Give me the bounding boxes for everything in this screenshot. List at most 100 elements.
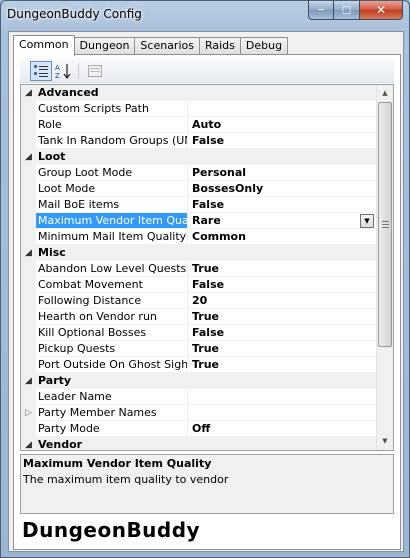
row-margin [21,181,36,197]
category-loot[interactable]: ◢ Loot [21,149,376,165]
property-name: Combat Movement [36,277,188,293]
property-row[interactable]: Party Mode Off [21,421,376,437]
tab-debug[interactable]: Debug [239,37,289,55]
category-misc[interactable]: ◢ Misc [21,245,376,261]
property-name: Maximum Vendor Item Quality [36,213,188,229]
maximize-button[interactable]: □ [334,1,360,20]
property-value[interactable]: 20 [189,293,376,309]
svg-text:A: A [55,64,60,72]
property-row[interactable]: Role Auto [21,117,376,133]
property-row[interactable]: Tank In Random Groups (UNS/ False [21,133,376,149]
property-name: Custom Scripts Path [36,101,188,117]
property-row[interactable]: Mail BoE items False [21,197,376,213]
property-row[interactable]: Hearth on Vendor run True [21,309,376,325]
property-row[interactable]: Minimum Mail Item Quality Common [21,229,376,245]
row-margin [21,197,36,213]
property-name: Hearth on Vendor run [36,309,188,325]
toolbar-separator [78,63,79,79]
property-value[interactable]: True [189,261,376,277]
row-margin [21,325,36,341]
property-value[interactable] [189,389,376,405]
property-row[interactable]: Loot Mode BossesOnly [21,181,376,197]
scroll-down-icon[interactable]: ▼ [377,433,393,450]
dropdown-button[interactable]: ▼ [360,214,374,228]
property-row[interactable]: Pickup Quests True [21,341,376,357]
help-panel: Maximum Vendor Item Quality The maximum … [20,454,394,514]
row-margin [21,229,36,245]
property-value[interactable]: False [189,325,376,341]
alphabetical-button[interactable]: A Z [52,61,74,81]
property-value[interactable]: Common [189,229,376,245]
tab-dungeon[interactable]: Dungeon [73,37,136,55]
property-value[interactable]: Auto [189,117,376,133]
row-margin [21,277,36,293]
tab-page-common: A Z ◢ Advanced Custom Scripts Path Role … [13,54,401,550]
category-label: Party [38,374,72,387]
close-button[interactable]: ✕ [360,1,403,20]
scroll-thumb[interactable] [378,102,392,347]
property-row[interactable]: Following Distance 20 [21,293,376,309]
property-name: Group Loot Mode [36,165,188,181]
property-value[interactable]: True [189,341,376,357]
property-name: Role [36,117,188,133]
categorized-button[interactable] [30,61,52,81]
property-value[interactable]: False [189,277,376,293]
property-name: Party Mode [36,421,188,437]
collapse-icon[interactable]: ◢ [25,85,35,101]
row-margin [21,133,36,149]
property-value[interactable]: Personal [189,165,376,181]
category-vendor[interactable]: ◢ Vendor [21,437,376,451]
category-party[interactable]: ◢ Party [21,373,376,389]
property-grid-rows: ◢ Advanced Custom Scripts Path Role Auto [21,85,376,451]
window-title: DungeonBuddy Config [7,7,142,21]
vertical-scrollbar[interactable]: ▲ ▼ [376,85,393,450]
collapse-icon[interactable]: ◢ [25,149,35,165]
window-controls: ─ □ ✕ [308,1,403,20]
property-value[interactable]: Rare ▼ [189,213,376,229]
collapse-icon[interactable]: ◢ [25,245,35,261]
row-margin [21,101,36,117]
property-row-selected[interactable]: Maximum Vendor Item Quality Rare ▼ [21,213,376,229]
property-row[interactable]: ▷ Party Member Names [21,405,376,421]
tab-common[interactable]: Common [13,35,75,56]
row-margin [21,165,36,181]
tab-scenarios[interactable]: Scenarios [134,37,200,55]
property-grid: ◢ Advanced Custom Scripts Path Role Auto [20,84,394,451]
property-name: Minimum Mail Item Quality [36,229,188,245]
property-row[interactable]: Group Loot Mode Personal [21,165,376,181]
property-row[interactable]: Kill Optional Bosses False [21,325,376,341]
property-value[interactable]: BossesOnly [189,181,376,197]
property-value[interactable]: Off [189,421,376,437]
property-name: Loot Mode [36,181,188,197]
expand-icon[interactable]: ▷ [25,405,32,421]
property-value[interactable] [189,101,376,117]
property-value[interactable]: False [189,133,376,149]
tab-strip: Common Dungeon Scenarios Raids Debug [13,35,289,56]
tab-raids[interactable]: Raids [198,37,241,55]
row-margin [21,213,36,229]
property-name: Following Distance [36,293,188,309]
property-row[interactable]: Leader Name [21,389,376,405]
property-row[interactable]: Port Outside On Ghost Sighting True [21,357,376,373]
property-value[interactable]: False [189,197,376,213]
property-value[interactable]: True [189,357,376,373]
row-margin [21,117,36,133]
row-margin [21,421,36,437]
scroll-up-icon[interactable]: ▲ [377,85,393,102]
row-margin [21,293,36,309]
minimize-button[interactable]: ─ [308,1,334,20]
title-bar[interactable]: DungeonBuddy Config ─ □ ✕ [1,1,409,29]
row-margin [21,357,36,373]
property-value[interactable]: True [189,309,376,325]
property-name: Party Member Names [36,405,188,421]
property-row[interactable]: Combat Movement False [21,277,376,293]
property-value[interactable] [189,405,376,421]
collapse-icon[interactable]: ◢ [25,373,35,389]
property-row[interactable]: Abandon Low Level Quests True [21,261,376,277]
property-row[interactable]: Custom Scripts Path [21,101,376,117]
category-advanced[interactable]: ◢ Advanced [21,85,376,101]
collapse-icon[interactable]: ◢ [25,437,35,450]
property-name: Kill Optional Bosses [36,325,188,341]
category-label: Vendor [38,438,83,451]
property-pages-button[interactable] [84,61,106,81]
